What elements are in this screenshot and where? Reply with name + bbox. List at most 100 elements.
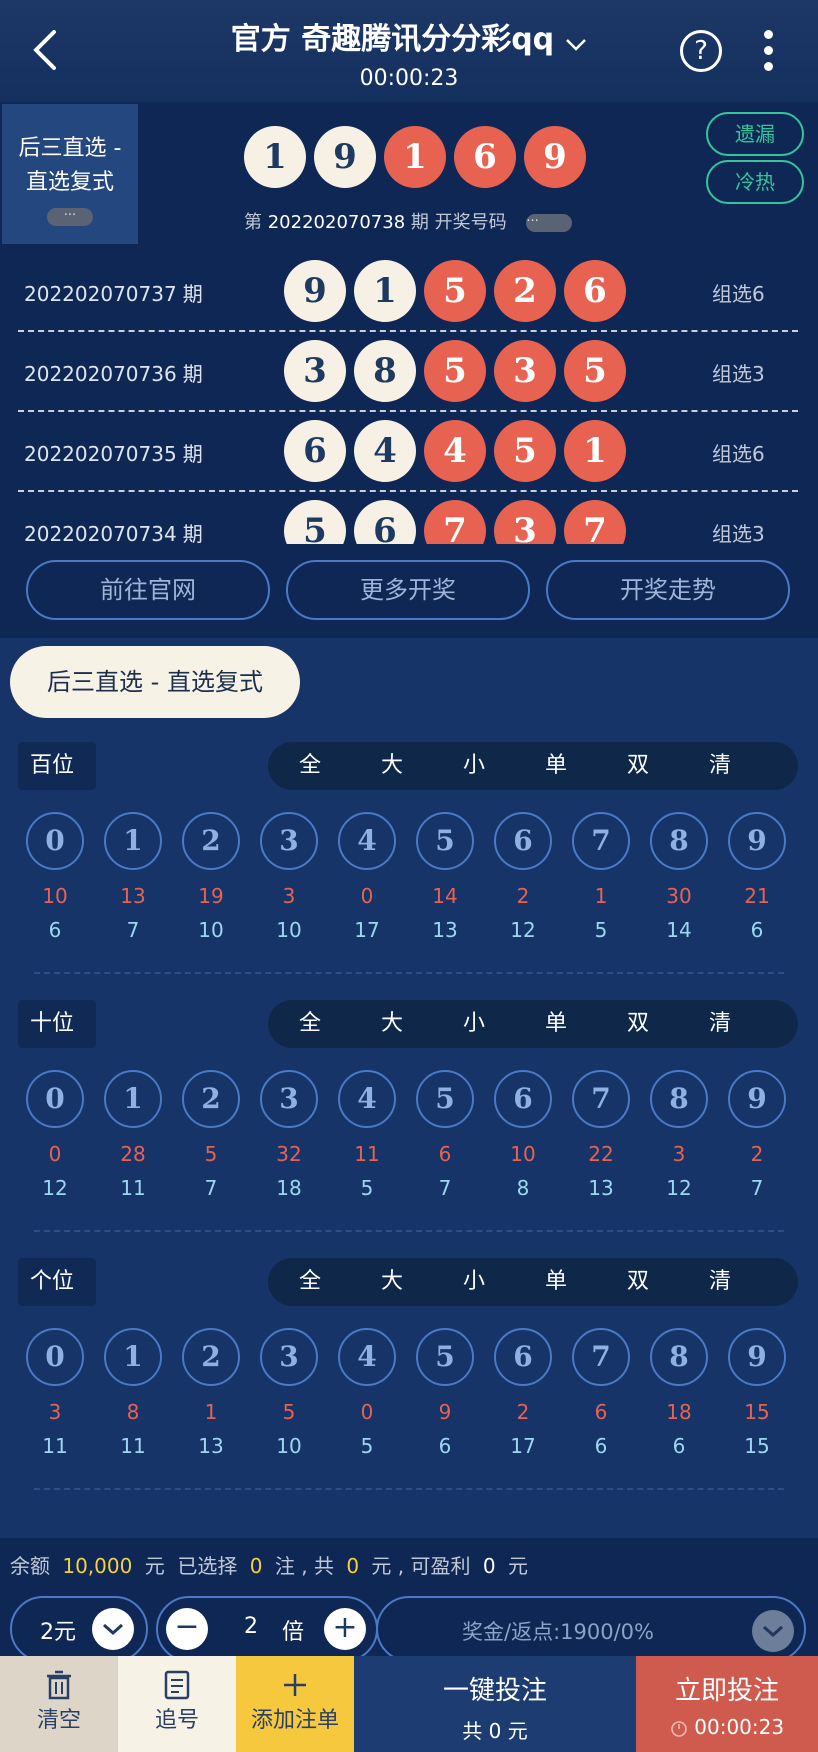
position-section-units: 个位全大小单双清 0 3 11 1 8 11 2 1 13 3 5 10 4 0 5 5 9 6 6 2 17 7 6 6 8 18… bbox=[0, 1252, 818, 1492]
number-ball[interactable]: 4 bbox=[338, 1070, 396, 1128]
number-ball[interactable]: 7 bbox=[572, 1328, 630, 1386]
quick-filter-button[interactable]: 大 bbox=[372, 1000, 412, 1048]
number-ball[interactable]: 6 bbox=[494, 812, 552, 870]
number-ball[interactable]: 7 bbox=[572, 812, 630, 870]
help-icon[interactable]: ? bbox=[680, 30, 722, 72]
number-ball[interactable]: 3 bbox=[260, 1328, 318, 1386]
add-to-slip-button[interactable]: 添加注单 bbox=[236, 1656, 354, 1752]
history-ball: 1 bbox=[564, 420, 626, 482]
one-click-bet-button[interactable]: 一键投注 共 0 元 bbox=[354, 1656, 636, 1752]
draw-history-list[interactable]: 202202070737 期 91526 组选6 202202070736 期 38… bbox=[0, 252, 818, 544]
number-ball[interactable]: 1 bbox=[104, 812, 162, 870]
number-ball[interactable]: 5 bbox=[416, 1328, 474, 1386]
number-ball[interactable]: 6 bbox=[494, 1070, 552, 1128]
quick-filter-button[interactable]: 清 bbox=[700, 1258, 740, 1306]
hot-count: 7 bbox=[204, 1176, 218, 1200]
number-ball[interactable]: 5 bbox=[416, 1070, 474, 1128]
quick-filter-button[interactable]: 小 bbox=[454, 1258, 494, 1306]
minus-icon[interactable]: − bbox=[166, 1608, 208, 1650]
multiplier-value[interactable]: 2 bbox=[244, 1614, 258, 1639]
more-results-button[interactable]: 更多开奖 bbox=[286, 560, 530, 620]
plus-icon[interactable]: + bbox=[324, 1608, 366, 1650]
quick-filter-button[interactable]: 大 bbox=[372, 742, 412, 790]
multiplier-stepper[interactable]: − 2 倍 + bbox=[156, 1596, 378, 1662]
number-ball[interactable]: 2 bbox=[182, 812, 240, 870]
profit-value: 0 bbox=[482, 1554, 496, 1578]
hotcold-button[interactable]: 冷热 bbox=[706, 160, 804, 204]
missing-button[interactable]: 遗漏 bbox=[706, 112, 804, 156]
history-ball: 6 bbox=[564, 260, 626, 322]
play-type-more-icon[interactable]: ··· bbox=[47, 208, 93, 226]
number-ball[interactable]: 1 bbox=[104, 1070, 162, 1128]
unit-dropdown-icon[interactable] bbox=[92, 1608, 134, 1650]
prize-dropdown-icon[interactable] bbox=[752, 1610, 794, 1652]
number-ball[interactable]: 7 bbox=[572, 1070, 630, 1128]
quick-filter-button[interactable]: 清 bbox=[700, 1000, 740, 1048]
unit-selector[interactable]: 2元 bbox=[10, 1596, 148, 1662]
number-ball[interactable]: 0 bbox=[26, 1328, 84, 1386]
missing-count: 19 bbox=[198, 884, 224, 908]
quick-filter-button[interactable]: 大 bbox=[372, 1258, 412, 1306]
hot-count: 14 bbox=[666, 918, 692, 942]
one-click-bet-total: 共 0 元 bbox=[462, 1719, 528, 1743]
play-type-selector[interactable]: 后三直选 - 直选复式 ··· bbox=[2, 104, 138, 244]
number-ball[interactable]: 3 bbox=[260, 1070, 318, 1128]
quick-filter-button[interactable]: 双 bbox=[618, 1258, 658, 1306]
quick-filter-button[interactable]: 全 bbox=[290, 742, 330, 790]
quick-filter-button[interactable]: 双 bbox=[618, 1000, 658, 1048]
number-ball[interactable]: 2 bbox=[182, 1070, 240, 1128]
history-ball: 9 bbox=[284, 260, 346, 322]
quick-filter-button[interactable]: 单 bbox=[536, 1000, 576, 1048]
selected-count: 0 bbox=[249, 1554, 263, 1578]
number-ball[interactable]: 1 bbox=[104, 1328, 162, 1386]
quick-filter-button[interactable]: 清 bbox=[700, 742, 740, 790]
history-ball: 7 bbox=[564, 500, 626, 544]
latest-draw-balls: 19169 bbox=[244, 126, 594, 190]
quick-filter-button[interactable]: 小 bbox=[454, 1000, 494, 1048]
hot-count: 7 bbox=[438, 1176, 452, 1200]
missing-count: 2 bbox=[516, 1400, 530, 1424]
official-site-button[interactable]: 前往官网 bbox=[26, 560, 270, 620]
history-row: 202202070734 期 56737 组选3 bbox=[18, 492, 798, 544]
lottery-title[interactable]: 官方 奇趣腾讯分分彩qq bbox=[231, 22, 554, 57]
quick-filter-button[interactable]: 小 bbox=[454, 742, 494, 790]
chase-button[interactable]: 追号 bbox=[118, 1656, 236, 1752]
hot-count: 17 bbox=[354, 918, 380, 942]
draw-trend-button[interactable]: 开奖走势 bbox=[546, 560, 790, 620]
number-ball[interactable]: 6 bbox=[494, 1328, 552, 1386]
quick-filter-button[interactable]: 单 bbox=[536, 742, 576, 790]
history-row: 202202070737 期 91526 组选6 bbox=[18, 252, 798, 332]
play-type-pill[interactable]: 后三直选 - 直选复式 bbox=[10, 646, 300, 718]
selected-unit: 注 , 共 bbox=[274, 1554, 334, 1578]
number-ball[interactable]: 9 bbox=[728, 1328, 786, 1386]
bet-now-timer: 00:00:23 bbox=[694, 1715, 785, 1739]
number-ball[interactable]: 8 bbox=[650, 1070, 708, 1128]
number-ball[interactable]: 5 bbox=[416, 812, 474, 870]
number-ball[interactable]: 8 bbox=[650, 1328, 708, 1386]
number-ball[interactable]: 9 bbox=[728, 812, 786, 870]
bet-now-button[interactable]: 立即投注 00:00:23 bbox=[636, 1656, 818, 1752]
number-ball[interactable]: 8 bbox=[650, 812, 708, 870]
quick-filter-button[interactable]: 全 bbox=[290, 1000, 330, 1048]
prize-rebate-selector[interactable]: 奖金/返点:1900/0% bbox=[376, 1596, 806, 1662]
number-ball[interactable]: 0 bbox=[26, 812, 84, 870]
quick-filter-bar: 全大小单双清 bbox=[268, 1258, 798, 1306]
missing-count: 1 bbox=[204, 1400, 218, 1424]
missing-count: 30 bbox=[666, 884, 692, 908]
quick-filter-button[interactable]: 双 bbox=[618, 742, 658, 790]
quick-filter-button[interactable]: 单 bbox=[536, 1258, 576, 1306]
number-ball[interactable]: 2 bbox=[182, 1328, 240, 1386]
chevron-down-icon[interactable] bbox=[565, 38, 587, 52]
clear-button[interactable]: 清空 bbox=[0, 1656, 118, 1752]
quick-filter-button[interactable]: 全 bbox=[290, 1258, 330, 1306]
number-ball[interactable]: 4 bbox=[338, 812, 396, 870]
missing-count: 6 bbox=[594, 1400, 608, 1424]
number-ball[interactable]: 0 bbox=[26, 1070, 84, 1128]
issue-more-icon[interactable]: ··· bbox=[526, 214, 573, 232]
number-ball[interactable]: 9 bbox=[728, 1070, 786, 1128]
number-ball[interactable]: 4 bbox=[338, 1328, 396, 1386]
number-ball[interactable]: 3 bbox=[260, 812, 318, 870]
hot-count: 10 bbox=[276, 1434, 302, 1458]
more-menu-icon[interactable] bbox=[760, 30, 776, 74]
missing-count: 11 bbox=[354, 1142, 380, 1166]
